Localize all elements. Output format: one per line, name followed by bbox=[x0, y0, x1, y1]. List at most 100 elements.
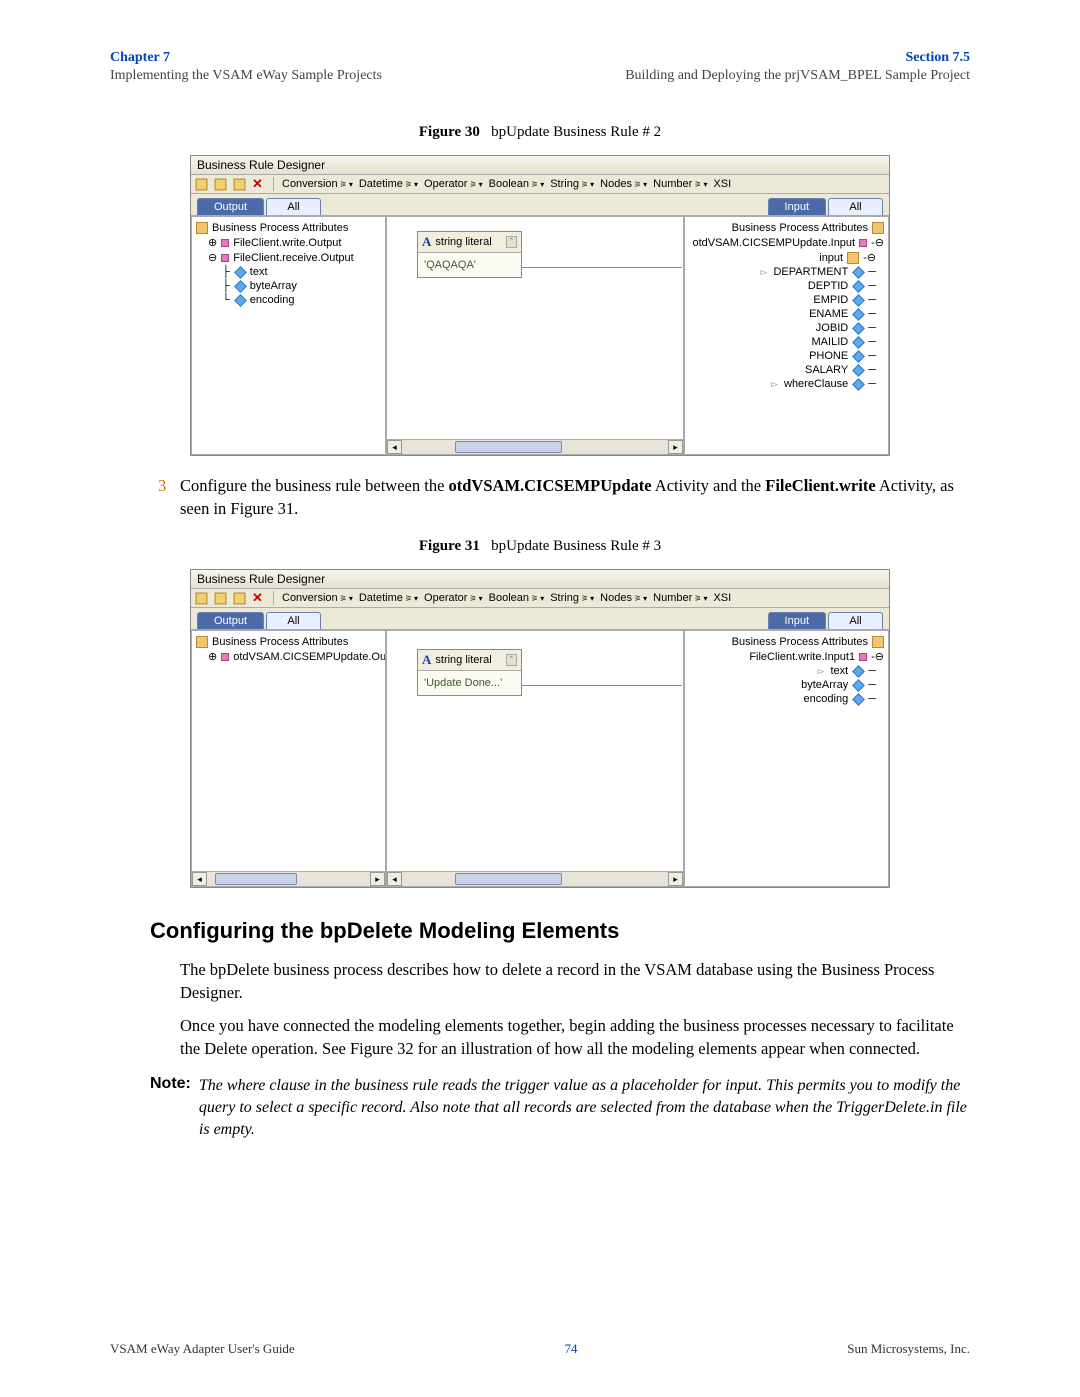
menu-xsi[interactable]: XSI bbox=[713, 178, 731, 190]
tree-item[interactable]: ⊕ FileClient.write.Output bbox=[196, 235, 381, 250]
footer-left: VSAM eWay Adapter User's Guide bbox=[110, 1341, 295, 1357]
attr-icon bbox=[234, 266, 246, 278]
menu-number[interactable]: Number ⚞ ▾ bbox=[653, 592, 707, 604]
menu-datetime[interactable]: Datetime ⚞ ▾ bbox=[359, 592, 418, 604]
tree-leaf[interactable]: SALARY ─ bbox=[689, 363, 884, 377]
menu-boolean[interactable]: Boolean ⚞ ▾ bbox=[489, 592, 545, 604]
tab-all-left[interactable]: All bbox=[266, 198, 321, 215]
attr-icon bbox=[852, 679, 864, 691]
section-para-2: Once you have connected the modeling ele… bbox=[180, 1014, 970, 1060]
tree-item[interactable]: input -⊖ bbox=[689, 250, 884, 265]
scroll-left-btn[interactable]: ◂ bbox=[387, 872, 402, 886]
node-icon bbox=[859, 239, 867, 247]
toolbar-icon-2[interactable] bbox=[214, 592, 227, 605]
right-tree-panel[interactable]: Business Process Attributes otdVSAM.CICS… bbox=[684, 216, 889, 455]
h-scrollbar[interactable]: ◂ ▸ bbox=[387, 439, 683, 454]
tree-item[interactable]: FileClient.write.Input1 -⊖ bbox=[689, 649, 884, 664]
scroll-track[interactable] bbox=[402, 440, 668, 454]
tree-item[interactable]: otdVSAM.CICSEMPUpdate.Input -⊖ bbox=[689, 235, 884, 250]
string-literal-node[interactable]: A string literal ˆ 'QAQAQA' bbox=[417, 231, 522, 278]
tree-root[interactable]: Business Process Attributes bbox=[196, 635, 381, 649]
section-heading: Configuring the bpDelete Modeling Elemen… bbox=[150, 918, 970, 944]
tree-leaf[interactable]: byteArray ─ bbox=[689, 678, 884, 692]
toolbar-icon-1[interactable] bbox=[195, 178, 208, 191]
page-header-top: Chapter 7 Section 7.5 bbox=[110, 50, 970, 66]
tree-leaf[interactable]: └ encoding bbox=[196, 293, 381, 307]
literal-label: string literal bbox=[435, 236, 491, 248]
menu-conversion[interactable]: Conversion ⚞ ▾ bbox=[282, 178, 353, 190]
collapse-icon[interactable]: ˆ bbox=[506, 236, 517, 248]
scroll-left-btn[interactable]: ◂ bbox=[387, 440, 402, 454]
menu-number[interactable]: Number ⚞ ▾ bbox=[653, 178, 707, 190]
toolbar-icon-2[interactable] bbox=[214, 178, 227, 191]
tree-leaf[interactable]: text ─ bbox=[689, 664, 884, 678]
toolbar-icon-1[interactable] bbox=[195, 592, 208, 605]
menu-nodes[interactable]: Nodes ⚞ ▾ bbox=[600, 178, 647, 190]
figure-title: bpUpdate Business Rule # 3 bbox=[491, 538, 661, 554]
tree-leaf[interactable]: ENAME ─ bbox=[689, 307, 884, 321]
tree-root[interactable]: Business Process Attributes bbox=[689, 221, 884, 235]
tree-leaf[interactable]: EMPID ─ bbox=[689, 293, 884, 307]
right-tree-panel[interactable]: Business Process Attributes FileClient.w… bbox=[684, 630, 889, 887]
canvas-panel[interactable]: A string literal ˆ 'Update Done...' ◂ ▸ bbox=[386, 630, 684, 887]
menu-xsi[interactable]: XSI bbox=[713, 592, 731, 604]
scroll-right-btn[interactable]: ▸ bbox=[668, 872, 683, 886]
scroll-track[interactable] bbox=[207, 872, 370, 886]
menu-datetime[interactable]: Datetime ⚞ ▾ bbox=[359, 178, 418, 190]
toolbar-icon-3[interactable] bbox=[233, 592, 246, 605]
right-tabs: Input All bbox=[762, 194, 889, 215]
canvas-panel[interactable]: A string literal ˆ 'QAQAQA' ◂ ▸ bbox=[386, 216, 684, 455]
menu-nodes[interactable]: Nodes ⚞ ▾ bbox=[600, 592, 647, 604]
tree-leaf[interactable]: ├ text bbox=[196, 265, 381, 279]
tab-output[interactable]: Output bbox=[197, 612, 264, 629]
h-scrollbar-left[interactable]: ◂ ▸ bbox=[192, 871, 385, 886]
tab-output[interactable]: Output bbox=[197, 198, 264, 215]
menu-string[interactable]: String ⚞ ▾ bbox=[550, 178, 594, 190]
left-tree-panel[interactable]: Business Process Attributes ⊕ otdVSAM.CI… bbox=[191, 630, 386, 887]
tab-all-left[interactable]: All bbox=[266, 612, 321, 629]
string-literal-node[interactable]: A string literal ˆ 'Update Done...' bbox=[417, 649, 522, 696]
designer-toolbar[interactable]: ✕ Conversion ⚞ ▾ Datetime ⚞ ▾ Operator ⚞… bbox=[191, 175, 889, 194]
tree-leaf[interactable]: MAILID ─ bbox=[689, 335, 884, 349]
tree-leaf[interactable]: DEPARTMENT ─ bbox=[689, 265, 884, 279]
menu-string[interactable]: String ⚞ ▾ bbox=[550, 592, 594, 604]
tab-input[interactable]: Input bbox=[768, 198, 826, 215]
collapse-icon[interactable]: ˆ bbox=[506, 654, 517, 666]
scroll-thumb[interactable] bbox=[215, 873, 297, 885]
delete-icon[interactable]: ✕ bbox=[252, 592, 265, 605]
tree-leaf[interactable]: whereClause ─ bbox=[689, 377, 884, 391]
tree-item[interactable]: ⊖ FileClient.receive.Output bbox=[196, 250, 381, 265]
tree-item[interactable]: ⊕ otdVSAM.CICSEMPUpdate.Outpu bbox=[196, 649, 381, 664]
tree-leaf[interactable]: encoding ─ bbox=[689, 692, 884, 706]
tab-all-right[interactable]: All bbox=[828, 198, 883, 215]
left-tree-panel[interactable]: Business Process Attributes ⊕ FileClient… bbox=[191, 216, 386, 455]
scroll-thumb[interactable] bbox=[455, 873, 561, 885]
h-scrollbar-mid[interactable]: ◂ ▸ bbox=[387, 871, 683, 886]
node-icon bbox=[221, 653, 229, 661]
menu-conversion[interactable]: Conversion ⚞ ▾ bbox=[282, 592, 353, 604]
scroll-track[interactable] bbox=[402, 872, 668, 886]
menu-operator[interactable]: Operator ⚞ ▾ bbox=[424, 592, 483, 604]
delete-icon[interactable]: ✕ bbox=[252, 178, 265, 191]
attr-icon bbox=[852, 364, 864, 376]
tree-root[interactable]: Business Process Attributes bbox=[196, 221, 381, 235]
designer-toolbar[interactable]: ✕ Conversion ⚞ ▾ Datetime ⚞ ▾ Operator ⚞… bbox=[191, 589, 889, 608]
tab-input[interactable]: Input bbox=[768, 612, 826, 629]
tree-leaf[interactable]: ├ byteArray bbox=[196, 279, 381, 293]
tree-root[interactable]: Business Process Attributes bbox=[689, 635, 884, 649]
toolbar-icon-3[interactable] bbox=[233, 178, 246, 191]
designer-title: Business Rule Designer bbox=[191, 156, 889, 175]
tree-leaf[interactable]: JOBID ─ bbox=[689, 321, 884, 335]
figure-31-caption: Figure 31 bpUpdate Business Rule # 3 bbox=[110, 538, 970, 555]
tree-leaf[interactable]: PHONE ─ bbox=[689, 349, 884, 363]
figure-label: Figure 30 bbox=[419, 124, 480, 140]
scroll-thumb[interactable] bbox=[455, 441, 561, 453]
menu-boolean[interactable]: Boolean ⚞ ▾ bbox=[489, 178, 545, 190]
tree-leaf[interactable]: DEPTID ─ bbox=[689, 279, 884, 293]
tab-all-right[interactable]: All bbox=[828, 612, 883, 629]
scroll-left-btn[interactable]: ◂ bbox=[192, 872, 207, 886]
scroll-right-btn[interactable]: ▸ bbox=[668, 440, 683, 454]
scroll-right-btn[interactable]: ▸ bbox=[370, 872, 385, 886]
menu-operator[interactable]: Operator ⚞ ▾ bbox=[424, 178, 483, 190]
literal-value: 'QAQAQA' bbox=[418, 253, 521, 277]
